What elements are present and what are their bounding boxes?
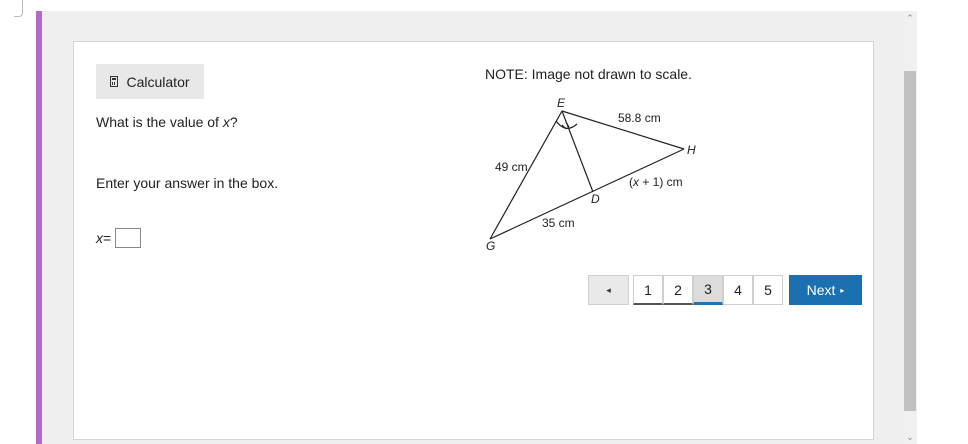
label-eg-length: 49 cm	[495, 160, 528, 174]
page-button-2[interactable]: 2	[663, 275, 693, 305]
corner-tab	[14, 0, 23, 17]
answer-equals: =	[103, 230, 112, 246]
prompt-punct: ?	[229, 114, 238, 130]
figure-note: NOTE: Image not drawn to scale.	[485, 66, 692, 82]
next-button[interactable]: Next ▸	[789, 275, 862, 305]
page-button-5[interactable]: 5	[753, 275, 783, 305]
scroll-up-arrow-icon[interactable]: ⌃	[903, 11, 917, 25]
question-prompt: What is the value of x?	[96, 114, 238, 130]
prompt-variable: x	[222, 114, 230, 130]
chevron-right-icon: ▸	[840, 285, 845, 295]
label-point-e: E	[557, 96, 566, 110]
calculator-label: Calculator	[126, 73, 190, 90]
calculator-button[interactable]: Calculator	[96, 64, 204, 99]
answer-variable: x	[96, 230, 103, 246]
triangle-diagram: E H D G 58.8 cm 49 cm 35 cm (x + 1) cm	[486, 96, 696, 252]
answer-input[interactable]	[115, 228, 142, 248]
page-button-1[interactable]: 1	[633, 275, 663, 305]
next-label: Next	[806, 282, 836, 298]
prompt-text: What is the value of	[96, 114, 223, 130]
previous-page-button[interactable]: ◂	[588, 275, 629, 305]
vertical-scrollbar[interactable]: ⌃ ⌄	[903, 11, 917, 444]
label-point-d: D	[591, 192, 600, 206]
scroll-down-arrow-icon[interactable]: ⌄	[903, 430, 917, 444]
label-eh-length: 58.8 cm	[618, 111, 661, 125]
calculator-icon	[110, 76, 119, 87]
label-gd-length: 35 cm	[542, 216, 575, 230]
page-button-4[interactable]: 4	[723, 275, 753, 305]
label-dh-length: (x + 1) cm	[629, 175, 683, 189]
page-button-3[interactable]: 3	[693, 275, 723, 305]
scrollbar-thumb[interactable]	[904, 71, 916, 411]
chevron-left-icon: ◂	[606, 284, 611, 295]
label-point-g: G	[486, 239, 495, 252]
answer-instruction: Enter your answer in the box.	[96, 175, 279, 191]
label-point-h: H	[687, 143, 696, 157]
answer-row: x =	[96, 228, 142, 248]
